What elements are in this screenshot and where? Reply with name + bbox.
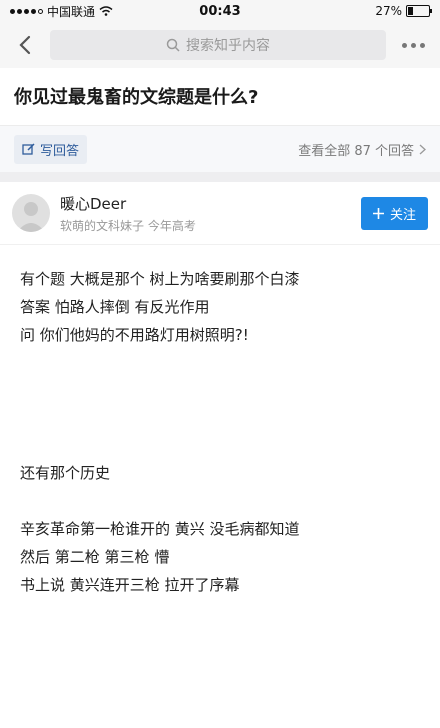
view-all-label: 查看全部 87 个回答 xyxy=(298,143,414,159)
answer-line: 辛亥革命第一枪谁开的 黄兴 没毛病都知道 xyxy=(20,520,300,539)
chevron-right-icon xyxy=(419,144,426,155)
answer-paragraph: 有个题 大概是那个 树上为啥要刷那个白漆 答案 怕路人摔倒 有反光作用 问 你们… xyxy=(20,265,420,349)
answer-line: 答案 怕路人摔倒 有反光作用 xyxy=(20,298,210,317)
status-left: 中国联通 xyxy=(10,3,113,20)
search-placeholder: 搜索知乎内容 xyxy=(186,38,270,54)
more-dot-icon xyxy=(410,42,416,48)
search-icon xyxy=(166,38,180,52)
edit-icon xyxy=(22,143,35,156)
search-input[interactable]: 搜索知乎内容 xyxy=(50,30,386,60)
battery-fill xyxy=(408,7,413,15)
author-row: 暖心Deer 软萌的文科妹子 今年高考 关注 xyxy=(0,182,440,246)
nav-bar: 搜索知乎内容 xyxy=(0,22,440,68)
author-name[interactable]: 暖心Deer xyxy=(60,193,351,214)
more-dot-icon xyxy=(401,42,407,48)
status-time: 00:43 xyxy=(199,3,241,19)
chevron-left-icon xyxy=(19,35,31,55)
battery-icon xyxy=(406,5,432,17)
follow-button[interactable]: 关注 xyxy=(360,196,428,230)
avatar[interactable] xyxy=(12,194,50,233)
answer-line: 有个题 大概是那个 树上为啥要刷那个白漆 xyxy=(20,270,300,289)
status-right: 27% xyxy=(375,4,432,18)
author-bio: 软萌的文科妹子 今年高考 xyxy=(60,218,196,233)
battery-percent: 27% xyxy=(375,4,402,18)
write-answer-label: 写回答 xyxy=(40,143,80,159)
answer-body: 有个题 大概是那个 树上为啥要刷那个白漆 答案 怕路人摔倒 有反光作用 问 你们… xyxy=(0,245,440,599)
wifi-icon xyxy=(99,6,113,16)
answer-paragraph: 还有那个历史 xyxy=(20,459,420,487)
answer-line: 还有那个历史 xyxy=(20,464,111,483)
answer-line: 问 你们他妈的不用路灯用树照明?! xyxy=(20,326,249,345)
author-info: 暖心Deer 软萌的文科妹子 今年高考 xyxy=(60,193,351,234)
question-actions: 写回答 查看全部 87 个回答 xyxy=(0,125,440,173)
write-answer-button[interactable]: 写回答 xyxy=(14,134,88,164)
more-button[interactable] xyxy=(396,30,430,60)
carrier-label: 中国联通 xyxy=(47,4,96,19)
plus-icon xyxy=(372,207,384,219)
answer-line: 书上说 黄兴连开三枪 拉开了序幕 xyxy=(20,576,240,595)
signal-icon xyxy=(10,8,43,14)
more-dot-icon xyxy=(419,42,425,48)
default-avatar-icon xyxy=(17,202,45,233)
answer-paragraph: 辛亥革命第一枪谁开的 黄兴 没毛病都知道 然后 第二枪 第三枪 懵 书上说 黄兴… xyxy=(20,515,420,599)
section-divider xyxy=(0,172,440,183)
view-all-answers-link[interactable]: 查看全部 87 个回答 xyxy=(298,140,426,159)
answer-line: 然后 第二枪 第三枪 懵 xyxy=(20,548,170,567)
back-button[interactable] xyxy=(10,30,40,60)
status-bar: 中国联通 00:43 27% xyxy=(0,0,440,22)
follow-label: 关注 xyxy=(389,207,416,223)
question-title[interactable]: 你见过最鬼畜的文综题是什么? xyxy=(0,68,440,125)
